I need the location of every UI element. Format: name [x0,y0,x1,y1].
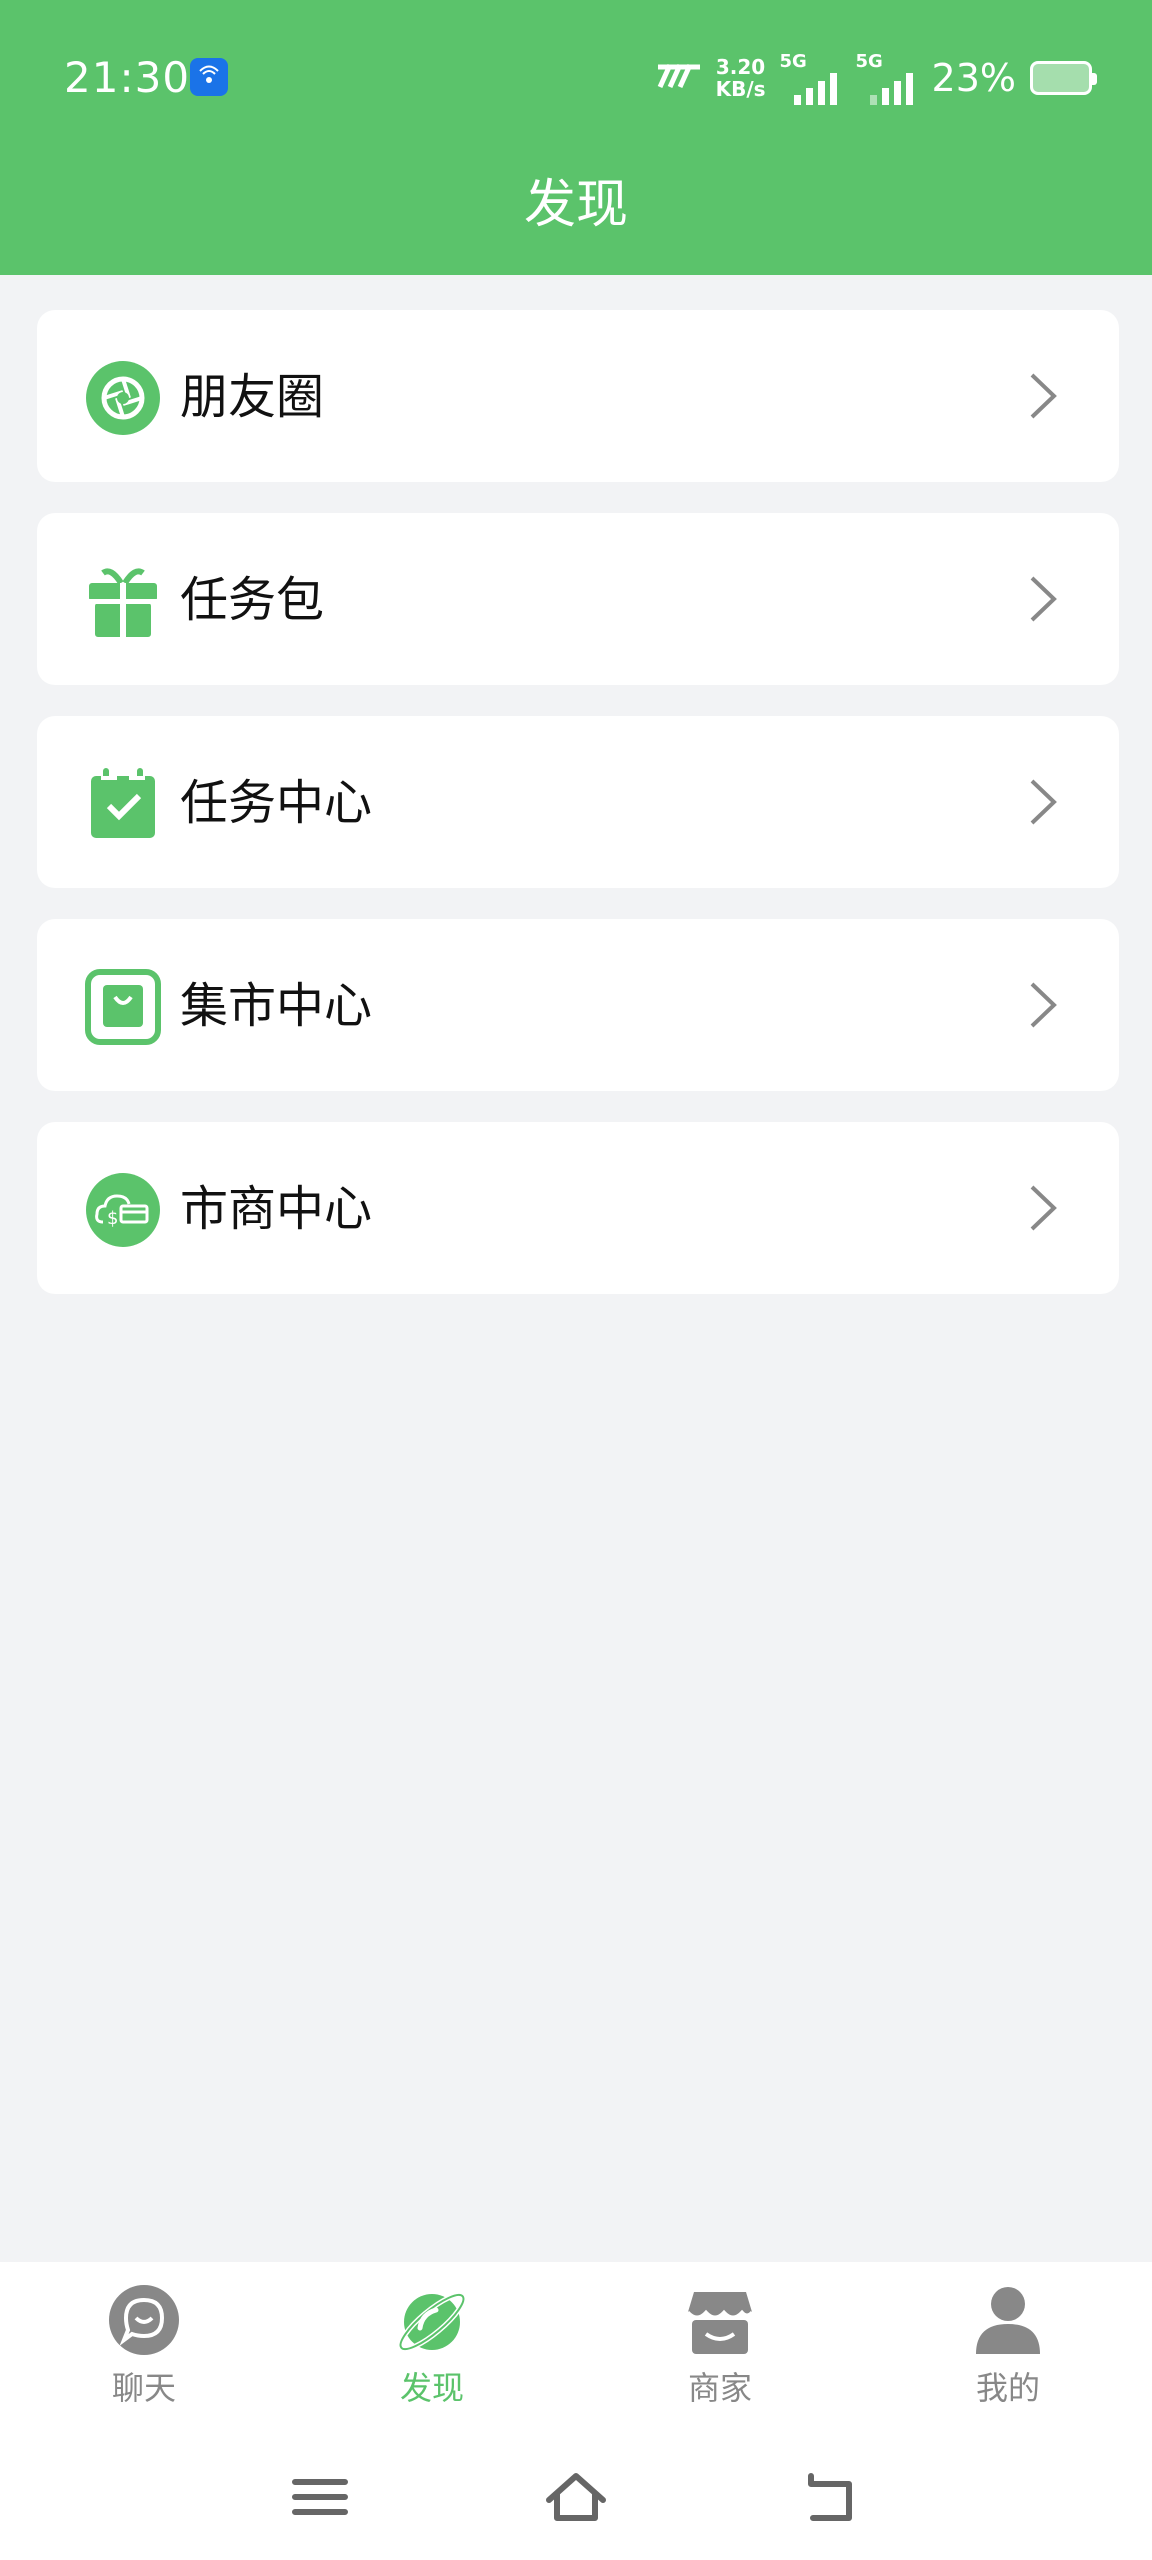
person-icon [972,2284,1044,2356]
tab-label: 聊天 [111,2369,176,2407]
menu-item-label: 朋友圈 [180,369,325,425]
signal-label: 5G [855,51,883,72]
menu-item-label: 市商中心 [180,1181,373,1237]
bottom-tab-bar: 聊天 发现 商家 我的 [0,2262,1152,2432]
chevron-right-icon [1027,776,1059,828]
menu-item-label: 任务中心 [180,775,373,831]
chevron-right-icon [1027,573,1059,625]
chevron-right-icon [1027,979,1059,1031]
status-bar: 21:30 3.20 KB/s 5G 5G 23% [0,0,1152,150]
network-speed-unit: KB/s [715,77,766,101]
signal-5g-1: 5G [780,51,842,105]
menu-item-task-center[interactable]: 任务中心 [37,716,1119,888]
svg-text:$: $ [107,1208,118,1229]
tab-merchants[interactable]: 商家 [576,2262,864,2432]
store-icon [684,2284,756,2356]
menu-item-task-package[interactable]: 任务包 [37,513,1119,685]
network-speed: 3.20 KB/s [716,56,766,100]
signal-bars-icon [793,73,837,105]
network-activity-icon [656,61,702,95]
gift-icon [85,563,161,639]
tab-profile[interactable]: 我的 [864,2262,1152,2432]
signal-5g-2: 5G [856,51,918,105]
status-time: 21:30 [64,53,191,102]
menu-icon[interactable] [285,2462,355,2532]
back-icon[interactable] [797,2462,867,2532]
nfc-icon [190,58,228,96]
page-title: 发现 [523,175,628,235]
cloud-money-icon: $ [85,1172,161,1248]
tab-label: 发现 [399,2369,464,2407]
header-bar: 21:30 3.20 KB/s 5G 5G 23% 发现 [0,0,1152,275]
signal-label: 5G [779,51,807,72]
system-navigation-bar [0,2432,1152,2560]
signal-bars-icon [869,73,913,105]
planet-icon [396,2284,468,2356]
home-icon[interactable] [541,2462,611,2532]
tab-discover[interactable]: 发现 [288,2262,576,2432]
calendar-check-icon [85,766,161,842]
chevron-right-icon [1027,370,1059,422]
shopping-bag-icon [85,969,161,1045]
moments-aperture-icon [85,360,161,436]
chevron-right-icon [1027,1182,1059,1234]
tab-label: 商家 [687,2369,752,2407]
menu-item-merchant-center[interactable]: $ 市商中心 [37,1122,1119,1294]
network-speed-value: 3.20 [715,55,766,79]
menu-item-label: 任务包 [180,572,325,628]
tab-chat[interactable]: 聊天 [0,2262,288,2432]
chat-bubble-icon [108,2284,180,2356]
status-indicators: 3.20 KB/s 5G 5G 23% [656,48,1097,108]
discover-menu-list: 朋友圈 任务包 任务中心 集市中心 $ 市商中心 [37,310,1119,1325]
menu-item-market-center[interactable]: 集市中心 [37,919,1119,1091]
menu-item-moments[interactable]: 朋友圈 [37,310,1119,482]
tab-label: 我的 [975,2369,1040,2407]
menu-item-label: 集市中心 [180,978,373,1034]
battery-icon [1030,61,1097,95]
battery-percent: 23% [931,56,1016,100]
